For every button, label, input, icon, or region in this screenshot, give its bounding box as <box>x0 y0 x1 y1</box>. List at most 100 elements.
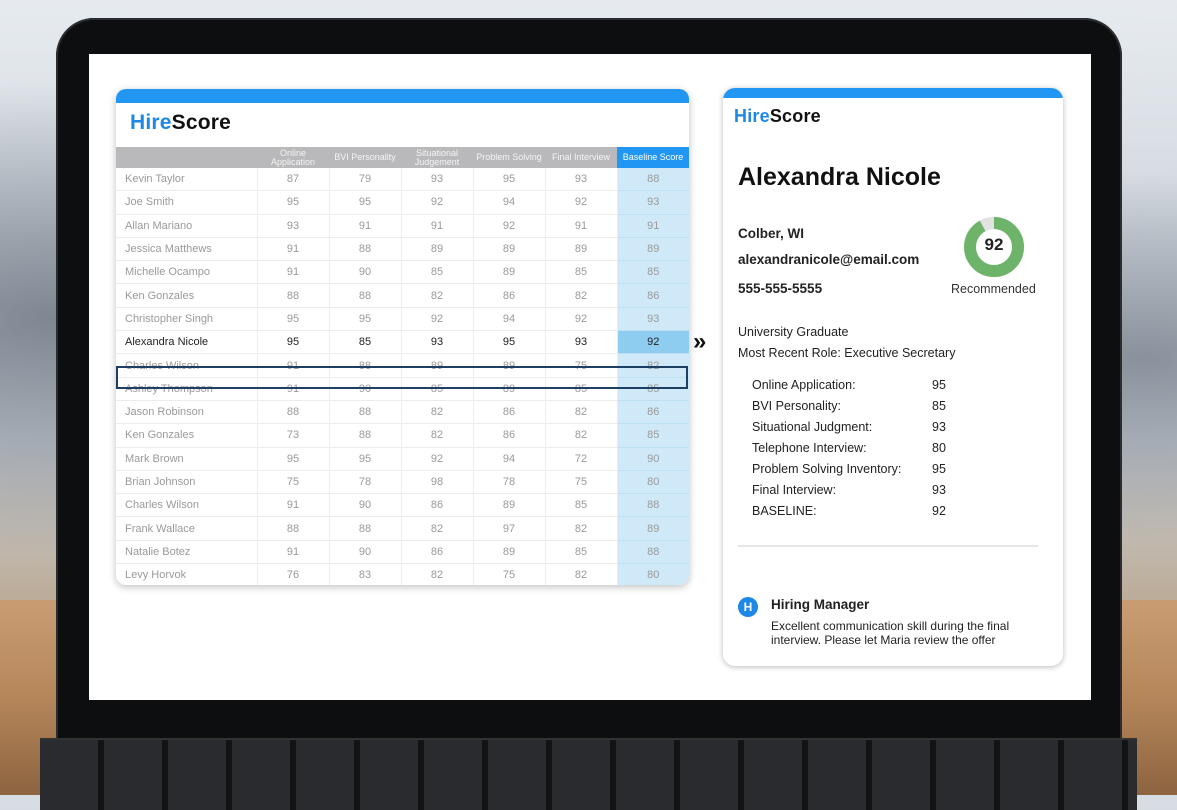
table-row[interactable]: Natalie Botez 91 90 86 89 85 88 <box>116 540 689 565</box>
score-cell: 91 <box>257 493 330 518</box>
table-row[interactable]: Jessica Matthews 91 88 89 89 89 89 <box>116 237 689 262</box>
score-cell: 93 <box>257 214 330 238</box>
score-value: 95 <box>932 462 946 476</box>
candidate-name-cell: Ken Gonzales <box>116 423 258 448</box>
score-cell: 89 <box>545 237 618 262</box>
score-cell: 90 <box>329 493 402 518</box>
score-cell: 95 <box>473 168 546 192</box>
candidate-name-cell: Christopher Singh <box>116 307 258 332</box>
score-label: Telephone Interview: <box>752 441 867 455</box>
score-cell: 85 <box>401 260 474 285</box>
score-cell: 95 <box>329 190 402 215</box>
candidate-name-cell: Jessica Matthews <box>116 237 258 262</box>
score-cell: 95 <box>257 447 330 471</box>
table-row[interactable]: Jason Robinson 88 88 82 86 82 86 <box>116 400 689 425</box>
score-cell: 94 <box>473 307 546 332</box>
score-cell: 89 <box>401 353 474 378</box>
note-text: Excellent communication skill during the… <box>771 619 1010 647</box>
score-cell: 91 <box>401 214 474 238</box>
candidate-phone[interactable]: 555-555-5555 <box>738 281 822 296</box>
score-cell: 86 <box>401 540 474 565</box>
table-row[interactable]: Ashley Thompson 91 90 85 89 85 85 <box>116 377 689 401</box>
header-final-interview[interactable]: Final Interview <box>545 147 617 168</box>
score-breakdown-row: Final Interview: 93 <box>752 483 946 504</box>
header-online-application[interactable]: Online Application <box>257 147 329 168</box>
header-baseline-score[interactable]: Baseline Score <box>617 147 689 168</box>
score-label: Online Application: <box>752 378 856 392</box>
score-cell: 88 <box>257 516 330 541</box>
recent-role: Most Recent Role: Executive Secretary <box>738 346 956 360</box>
score-cell: 78 <box>329 470 402 495</box>
header-situational-judgement[interactable]: Situational Judgement <box>401 147 473 168</box>
score-breakdown-row: Telephone Interview: 80 <box>752 441 946 462</box>
score-cell: 86 <box>473 400 546 425</box>
candidate-name-cell: Joe Smith <box>116 190 258 215</box>
score-label: Situational Judgment: <box>752 420 873 434</box>
hiring-manager-avatar: H <box>738 597 758 617</box>
hirescore-logo: HireScore <box>734 106 821 126</box>
card-accent-bar <box>116 89 689 103</box>
baseline-score-cell: 88 <box>617 168 689 192</box>
score-cell: 92 <box>401 190 474 215</box>
score-cell: 89 <box>473 377 546 401</box>
score-label: Problem Solving Inventory: <box>752 462 902 476</box>
score-cell: 88 <box>257 283 330 308</box>
candidate-email[interactable]: alexandranicole@email.com <box>738 252 919 267</box>
table-row[interactable]: Christopher Singh 95 95 92 94 92 93 <box>116 307 689 332</box>
section-divider <box>738 545 1038 547</box>
candidate-name-cell: Natalie Botez <box>116 540 258 565</box>
score-label: BVI Personality: <box>752 399 841 413</box>
table-row[interactable]: Kevin Taylor 87 79 93 95 93 88 <box>116 168 689 192</box>
score-cell: 89 <box>401 237 474 262</box>
score-value: 92 <box>932 504 946 518</box>
score-breakdown-row: Problem Solving Inventory: 95 <box>752 462 946 483</box>
header-problem-solving[interactable]: Problem Solving <box>473 147 545 168</box>
table-row[interactable]: Michelle Ocampo 91 90 85 89 85 85 <box>116 260 689 285</box>
score-cell: 88 <box>329 237 402 262</box>
score-cell: 98 <box>401 470 474 495</box>
score-cell: 82 <box>545 423 618 448</box>
score-cell: 95 <box>257 190 330 215</box>
score-cell: 79 <box>329 168 402 192</box>
score-cell: 92 <box>401 307 474 332</box>
baseline-score-cell: 91 <box>617 214 689 238</box>
score-breakdown-list: Online Application: 95 BVI Personality: 85 S… <box>752 378 946 525</box>
table-row[interactable]: Charles Wilson 91 88 89 89 75 82 <box>116 353 689 378</box>
baseline-score-cell: 89 <box>617 237 689 262</box>
score-cell: 94 <box>473 447 546 471</box>
candidate-name-cell: Alexandra Nicole <box>116 330 258 355</box>
score-cell: 95 <box>257 307 330 332</box>
score-value: 93 <box>932 483 946 497</box>
score-cell: 89 <box>473 260 546 285</box>
candidate-name-cell: Mark Brown <box>116 447 258 471</box>
candidate-profile-card: HireScore Alexandra Nicole Colber, WI al… <box>723 88 1063 666</box>
table-row[interactable]: Mark Brown 95 95 92 94 72 90 <box>116 447 689 471</box>
table-row[interactable]: Joe Smith 95 95 92 94 92 93 <box>116 190 689 215</box>
score-cell: 82 <box>401 283 474 308</box>
score-cell: 89 <box>473 353 546 378</box>
card-accent-bar <box>723 88 1063 98</box>
score-cell: 72 <box>545 447 618 471</box>
baseline-score-cell: 88 <box>617 493 689 518</box>
header-name <box>116 147 257 168</box>
score-cell: 76 <box>257 563 330 585</box>
baseline-score-cell: 93 <box>617 190 689 215</box>
note-author: Hiring Manager <box>771 597 870 612</box>
baseline-score-cell: 86 <box>617 283 689 308</box>
table-row[interactable]: Levy Horvok 76 83 82 75 82 80 <box>116 563 689 585</box>
table-row[interactable]: Allan Mariano 93 91 91 92 91 91 <box>116 214 689 238</box>
score-cell: 75 <box>473 563 546 585</box>
table-row[interactable]: Ken Gonzales 88 88 82 86 82 86 <box>116 283 689 308</box>
table-row[interactable]: Alexandra Nicole 95 85 93 95 93 92 <box>116 330 689 355</box>
score-cell: 91 <box>545 214 618 238</box>
header-bvi-personality[interactable]: BVI Personality <box>329 147 401 168</box>
score-cell: 95 <box>329 307 402 332</box>
score-cell: 86 <box>473 423 546 448</box>
score-cell: 82 <box>401 516 474 541</box>
baseline-score-cell: 85 <box>617 377 689 401</box>
candidate-location: Colber, WI <box>738 226 805 241</box>
table-row[interactable]: Ken Gonzales 73 88 82 86 82 85 <box>116 423 689 448</box>
table-row[interactable]: Frank Wallace 88 88 82 97 82 89 <box>116 516 689 541</box>
table-row[interactable]: Brian Johnson 75 78 98 78 75 80 <box>116 470 689 495</box>
table-row[interactable]: Charles Wilson 91 90 86 89 85 88 <box>116 493 689 518</box>
